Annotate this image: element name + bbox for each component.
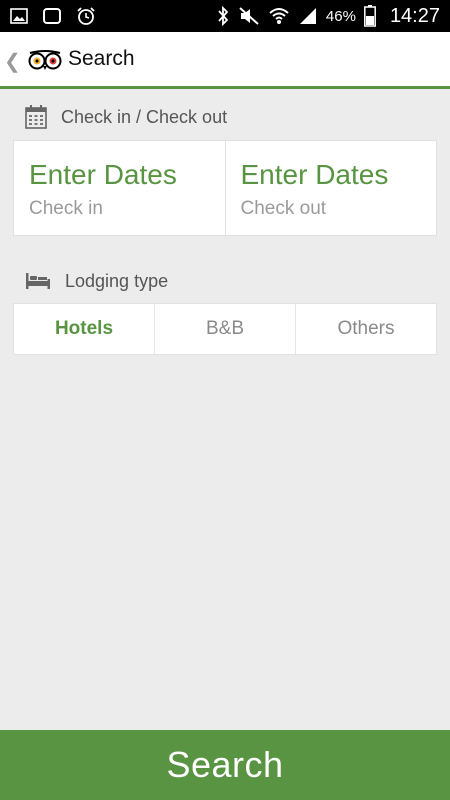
date-picker-row: Enter Dates Check in Enter Dates Check o… (13, 140, 437, 236)
search-button[interactable]: Search (0, 730, 450, 800)
status-bar-left (10, 0, 96, 32)
lodging-option-others[interactable]: Others (295, 304, 436, 354)
check-out-card[interactable]: Enter Dates Check out (224, 141, 437, 235)
lodging-option-bnb[interactable]: B&B (154, 304, 295, 354)
check-out-label: Check out (240, 198, 327, 219)
bluetooth-icon (216, 6, 230, 26)
status-time: 14:27 (389, 4, 440, 27)
check-in-card[interactable]: Enter Dates Check in (14, 141, 225, 235)
lodging-section-title: Lodging type (65, 270, 169, 291)
battery-icon (363, 5, 376, 27)
signal-icon (298, 6, 318, 26)
lodging-type-selector: Hotels B&B Others (13, 303, 437, 355)
status-bar-right: 46% 14:27 (216, 0, 440, 32)
lodging-option-hotels[interactable]: Hotels (14, 304, 154, 354)
bed-icon (25, 271, 51, 291)
battery-percent: 46% (325, 7, 356, 25)
wifi-icon (268, 6, 290, 26)
action-bar: ❮ Search (0, 32, 450, 89)
dates-section-header: Check in / Check out (25, 103, 227, 131)
mute-icon (238, 6, 260, 26)
check-in-label: Check in (29, 198, 103, 219)
owl-logo-icon[interactable] (28, 49, 62, 76)
square-notification-icon (42, 7, 62, 25)
check-out-value: Enter Dates (240, 159, 389, 190)
check-in-value: Enter Dates (29, 159, 177, 190)
calendar-icon (25, 105, 47, 129)
dates-section-title: Check in / Check out (61, 106, 228, 127)
status-bar: 46% 14:27 (0, 0, 450, 32)
page-title: Search (68, 47, 135, 70)
lodging-section-header: Lodging type (25, 267, 168, 295)
alarm-icon (76, 6, 96, 26)
gallery-icon (10, 8, 28, 24)
chevron-left-icon[interactable]: ❮ (4, 49, 21, 74)
